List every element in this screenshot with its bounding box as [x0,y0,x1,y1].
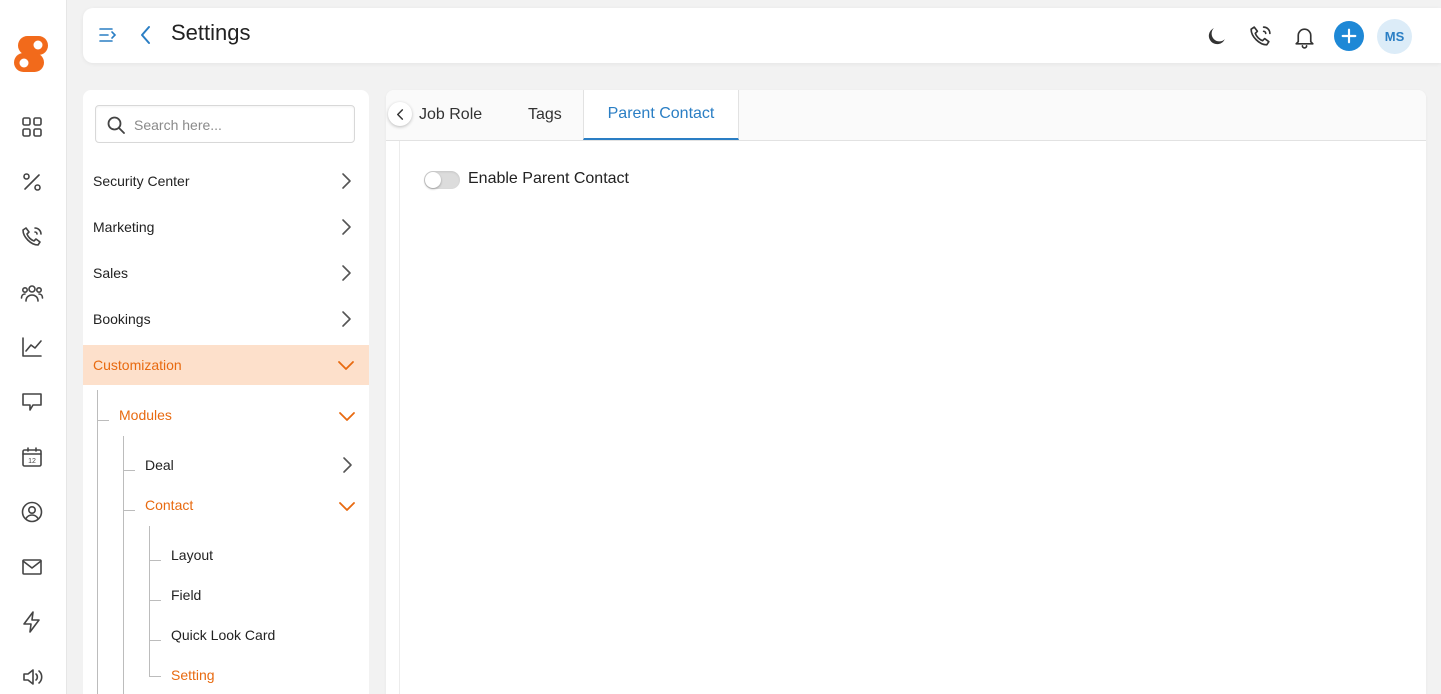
tree-line [149,676,161,677]
tree-line [149,560,161,561]
toggle-label: Enable Parent Contact [468,170,629,187]
chevron-right-icon [342,265,351,281]
tree-line [123,470,135,471]
dashboard-icon[interactable] [19,114,45,140]
app-rail: 12 [0,0,67,694]
chevron-right-icon [342,219,351,235]
users-icon[interactable] [19,280,45,306]
tree-item-modules[interactable]: Modules [119,407,172,423]
tree-item-deal[interactable]: Deal [145,457,174,473]
chevron-right-icon[interactable] [338,456,356,474]
tree-line [149,526,150,676]
chevron-down-icon[interactable] [338,497,356,515]
tab-tags[interactable]: Tags [528,90,562,140]
tree-line [123,436,124,694]
speaker-icon[interactable] [19,664,45,690]
user-circle-icon[interactable] [19,499,45,525]
tab-job-role[interactable]: Job Role [419,90,482,140]
content-panel: Job Role Tags Parent Contact Enable Pare… [386,90,1426,694]
search-input[interactable] [132,114,346,136]
notification-bell-icon[interactable] [1290,22,1318,50]
plus-icon [1341,28,1357,44]
tree-line [123,510,135,511]
tree-item-field[interactable]: Field [171,587,201,603]
tree-item-contact[interactable]: Contact [145,497,193,513]
sidebar-item-bookings[interactable]: Bookings [83,299,369,339]
mail-icon[interactable] [19,554,45,580]
lightning-icon[interactable] [19,609,45,635]
sidebar-item-label: Bookings [93,311,151,327]
sidebar-item-security-center[interactable]: Security Center [83,161,369,201]
calendar-day-text: 12 [28,458,36,465]
sidebar-item-label: Customization [93,357,182,373]
page-title: Settings [171,20,251,45]
tab-bar: Job Role Tags Parent Contact [386,90,1426,141]
chevron-down-icon [338,361,354,370]
search-box [95,105,355,143]
chevron-right-icon [342,311,351,327]
tree-line [97,420,109,421]
calendar-icon[interactable]: 12 [19,444,45,470]
settings-sidebar: Security Center Marketing Sales Bookings… [83,90,369,694]
sidebar-item-label: Security Center [93,173,190,189]
chevron-down-icon[interactable] [338,407,356,425]
user-avatar[interactable]: MS [1377,19,1412,54]
chevron-right-icon [342,173,351,189]
percent-icon[interactable] [19,169,45,195]
sidebar-item-label: Sales [93,265,129,281]
feedback-icon[interactable] [19,389,45,415]
tree-item-quick-look-card[interactable]: Quick Look Card [171,627,275,643]
add-new-button[interactable] [1334,21,1364,51]
sidebar-item-customization[interactable]: Customization [83,345,369,385]
dark-mode-moon-icon[interactable] [1202,22,1230,50]
tree-line [149,600,161,601]
tree-item-layout[interactable]: Layout [171,547,213,563]
tab-content: Enable Parent Contact [399,141,1426,694]
chart-line-icon[interactable] [19,334,45,360]
sidebar-item-marketing[interactable]: Marketing [83,207,369,247]
top-header: Settings MS [83,8,1441,63]
tree-line [97,390,98,694]
search-icon [107,116,125,134]
sidebar-item-label: Marketing [93,219,155,235]
tree-line [149,640,161,641]
chevron-left-icon [396,108,403,120]
toggle-knob [425,172,441,188]
enable-parent-contact-toggle[interactable] [424,171,460,189]
collapse-sidebar-button[interactable] [388,102,412,126]
tab-parent-contact[interactable]: Parent Contact [583,90,739,140]
menu-toggle-icon[interactable] [97,24,119,46]
tree-item-setting[interactable]: Setting [171,667,215,683]
phone-call-icon[interactable] [19,224,45,250]
app-logo[interactable] [12,34,52,76]
phone-call-icon[interactable] [1246,22,1274,50]
back-arrow-icon[interactable] [138,24,154,46]
sidebar-item-sales[interactable]: Sales [83,253,369,293]
